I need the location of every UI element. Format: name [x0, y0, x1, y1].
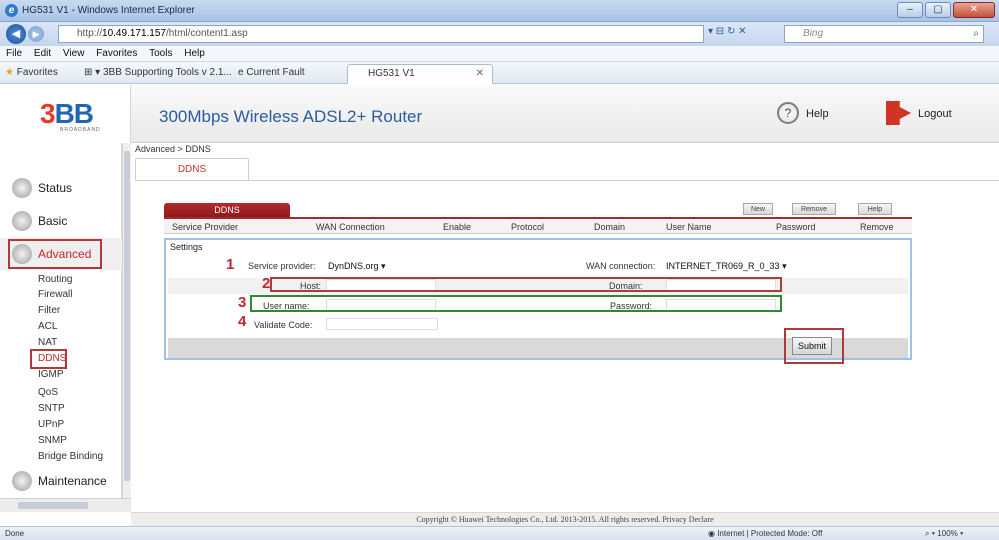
logo-area: 3BB BROADBAND — [0, 85, 131, 143]
menu-bar: File Edit View Favorites Tools Help — [0, 46, 999, 62]
sidebar-item-upnp[interactable]: UPnP — [38, 419, 64, 430]
col-remove: Remove — [860, 222, 894, 232]
sidebar-item-snmp[interactable]: SNMP — [38, 435, 67, 446]
menu-edit[interactable]: Edit — [34, 48, 51, 59]
sidebar-item-qos[interactable]: QoS — [38, 387, 58, 398]
sidebar-item-routing[interactable]: Routing — [38, 274, 72, 285]
settings-title: Settings — [170, 242, 203, 252]
sidebar-cat-maintenance[interactable]: Maintenance — [0, 465, 122, 497]
sidebar-scrollbar[interactable] — [122, 143, 131, 498]
ddns-table-header: Service Provider WAN Connection Enable P… — [164, 217, 912, 234]
refresh-stop-icons[interactable]: ▾ ⊟ ↻ ✕ — [708, 26, 747, 37]
browser-tab-active[interactable]: HG531 V1 ✕ — [347, 64, 493, 84]
favorites-bar: ★ Favorites ⊞ ▾ 3BB Supporting Tools v 2… — [0, 62, 999, 84]
search-input[interactable]: Bing ⌕ — [784, 25, 984, 43]
sidebar-item-sntp[interactable]: SNTP — [38, 403, 65, 414]
sidebar-item-nat[interactable]: NAT — [38, 337, 57, 348]
favorites-button[interactable]: Favorites — [17, 67, 58, 78]
menu-favorites[interactable]: Favorites — [96, 48, 137, 59]
hscroll-thumb[interactable] — [18, 502, 88, 509]
scroll-thumb[interactable] — [124, 151, 130, 481]
service-provider-label: Service provider: — [248, 261, 316, 271]
validate-code-input[interactable] — [326, 318, 438, 330]
zone-text: ◉ Internet | Protected Mode: Off — [708, 529, 823, 538]
table-help-button[interactable]: Help — [858, 203, 892, 215]
router-header: 3BB BROADBAND 300Mbps Wireless ADSL2+ Ro… — [0, 85, 999, 143]
sidebar-hscrollbar[interactable] — [0, 498, 131, 512]
logout-icon[interactable] — [886, 101, 911, 125]
ie-icon: e — [5, 4, 18, 17]
menu-tools[interactable]: Tools — [149, 48, 172, 59]
status-bar: Done ◉ Internet | Protected Mode: Off ⌕ … — [0, 526, 999, 540]
status-icon — [12, 178, 32, 198]
fav-current-fault[interactable]: e Current Fault — [238, 62, 305, 84]
forward-icon[interactable]: ▶ — [28, 26, 44, 42]
favorites-star-icon: ★ — [5, 67, 14, 78]
menu-help[interactable]: Help — [184, 48, 205, 59]
url-input[interactable]: http://10.49.171.157/html/content1.asp — [58, 25, 704, 43]
col-domain: Domain — [594, 222, 626, 232]
sidebar-cat-basic[interactable]: Basic — [0, 205, 122, 237]
search-icon[interactable]: ⌕ — [973, 26, 979, 42]
step-number-1: 1 — [226, 256, 235, 273]
step-number-4: 4 — [238, 313, 247, 330]
sidebar-item-firewall[interactable]: Firewall — [38, 289, 72, 300]
help-link[interactable]: Help — [806, 108, 829, 120]
basic-icon — [12, 211, 32, 231]
service-provider-select[interactable]: DynDNS.org ▾ — [328, 261, 386, 272]
step-number-3: 3 — [238, 294, 247, 311]
col-service-provider: Service Provider — [172, 222, 239, 232]
sidebar-item-bridge-binding[interactable]: Bridge Binding — [38, 451, 103, 462]
menu-view[interactable]: View — [63, 48, 85, 59]
advanced-highlight-box — [8, 239, 102, 269]
sidebar-item-igmp[interactable]: IGMP — [38, 369, 64, 380]
close-button[interactable]: ✕ — [953, 2, 995, 18]
tab-divider — [135, 180, 999, 181]
sidebar: Status Basic Advanced Routing Firewall F… — [0, 143, 122, 498]
sidebar-item-filter[interactable]: Filter — [38, 305, 60, 316]
maximize-button[interactable]: ▢ — [925, 2, 951, 18]
wan-connection-select[interactable]: INTERNET_TR069_R_0_33 ▾ — [666, 261, 787, 272]
sidebar-item-acl[interactable]: ACL — [38, 321, 57, 332]
breadcrumb: Advanced > DDNS — [135, 144, 211, 154]
back-icon[interactable]: ◀ — [6, 24, 26, 44]
col-user-name: User Name — [666, 222, 712, 232]
address-bar: ◀ ▶ http://10.49.171.157/html/content1.a… — [0, 22, 999, 46]
window-titlebar: e HG531 V1 - Windows Internet Explorer –… — [0, 0, 999, 22]
3bb-logo: 3BB — [40, 98, 94, 129]
fav-3bb-tools[interactable]: ⊞ ▾ 3BB Supporting Tools v 2.1... — [84, 62, 232, 84]
logo-subtitle: BROADBAND — [60, 127, 101, 133]
tab-ddns[interactable]: DDNS — [135, 158, 249, 180]
remove-button[interactable]: Remove — [792, 203, 836, 215]
ddns-table-tab: DDNS — [164, 203, 290, 217]
host-domain-highlight-box — [270, 277, 782, 292]
wan-connection-label: WAN connection: — [586, 261, 656, 271]
logout-link[interactable]: Logout — [918, 108, 952, 120]
sidebar-cat-status[interactable]: Status — [0, 172, 122, 204]
user-password-highlight-box — [250, 295, 782, 312]
validate-code-label: Validate Code: — [254, 320, 313, 330]
router-title: 300Mbps Wireless ADSL2+ Router — [159, 107, 423, 126]
col-wan-connection: WAN Connection — [316, 222, 385, 232]
col-enable: Enable — [443, 222, 472, 232]
maintenance-icon — [12, 471, 32, 491]
copyright-text: Copyright © Huawei Technologies Co., Ltd… — [131, 512, 999, 526]
status-text: Done — [5, 529, 25, 538]
col-password: Password — [776, 222, 816, 232]
help-icon[interactable]: ? — [777, 102, 799, 124]
window-title: HG531 V1 - Windows Internet Explorer — [22, 5, 195, 16]
col-protocol: Protocol — [511, 222, 545, 232]
zoom-control[interactable]: ⌕ ▾ 100% ▾ — [925, 527, 963, 540]
tab-close-icon[interactable]: ✕ — [476, 65, 484, 83]
new-button[interactable]: New — [743, 203, 773, 215]
menu-file[interactable]: File — [6, 48, 22, 59]
minimize-button[interactable]: – — [897, 2, 923, 18]
ddns-highlight-box — [30, 349, 67, 369]
submit-button[interactable]: Submit — [792, 337, 832, 355]
